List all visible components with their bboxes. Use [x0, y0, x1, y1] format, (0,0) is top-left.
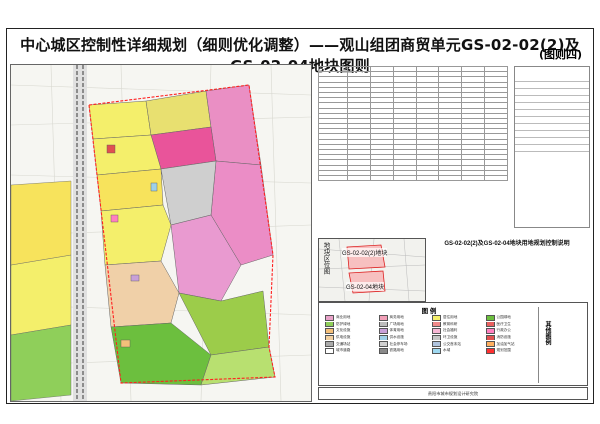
legend-item: 供电设施: [325, 334, 375, 341]
legend-swatch: [485, 321, 495, 328]
legend-label: 教育科研: [443, 321, 458, 326]
legend-item: 规划范围: [485, 347, 536, 354]
location-map-vertical-label: 地块区位图: [322, 242, 329, 275]
legend-label: 医疗卫生: [496, 321, 511, 326]
legend-swatch: [325, 321, 334, 328]
legend-swatch: [378, 341, 388, 347]
legend-item: 水域: [432, 347, 482, 354]
legend-item: 商务用地: [378, 315, 429, 321]
legend-label: 加油加气站: [496, 341, 515, 346]
legend-swatch: [325, 315, 334, 321]
legend-swatch: [485, 334, 495, 341]
map-sheet-number: (图则四): [538, 48, 582, 61]
legend-swatch: [378, 321, 388, 328]
legend-title: 图 例: [421, 308, 437, 315]
legend-item: 城市道路: [325, 347, 375, 354]
legend-item: 公园绿地: [485, 315, 536, 321]
legend-label: 体育用地: [389, 328, 404, 333]
legend-item: 加油加气站: [485, 341, 536, 347]
legend-item: 社会福利: [432, 328, 482, 334]
legend-swatch: [378, 334, 388, 341]
legend-label: 环卫设施: [443, 335, 458, 340]
legend-item: 居住用地: [432, 315, 482, 321]
other-legend-title: 其他图例: [544, 321, 550, 345]
legend-label: 防护绿地: [336, 321, 351, 326]
legend-item: 交通场站: [325, 341, 375, 347]
facility-control-table: [514, 66, 590, 228]
inset-label-gs-02-04: GS-02-04地块: [346, 282, 385, 291]
legend-label: 供水设施: [389, 335, 404, 340]
legend-swatch: [432, 341, 441, 347]
legend-item: 消防设施: [485, 334, 536, 341]
legend-label: 广场用地: [389, 321, 404, 326]
legend-item: 医疗卫生: [485, 321, 536, 328]
legend-label: 供电设施: [336, 335, 351, 340]
legend-swatch: [485, 341, 495, 347]
land-parcel-table: [317, 65, 508, 182]
legend-label: 社会停车场: [389, 341, 408, 346]
legend-label: 公交首末站: [443, 341, 461, 346]
legend-swatch: [485, 347, 495, 354]
title-block-footer: 贵阳市城市规划设计研究院: [318, 387, 588, 400]
legend-item: 文化设施: [325, 328, 375, 334]
legend-item: 防护绿地: [325, 321, 375, 328]
legend-label: 文化设施: [336, 328, 351, 333]
legend-item: 社会停车场: [378, 341, 429, 347]
legend-item: 体育用地: [378, 328, 429, 334]
inset-label-gs-02-02: GS-02-02(2)地块: [342, 248, 388, 257]
legend-swatch: [432, 315, 441, 321]
legend-swatch: [432, 321, 441, 328]
footer-institute: 贵阳市城市规划设计研究院: [427, 390, 479, 396]
legend-swatch: [432, 328, 441, 334]
legend-swatch: [378, 347, 388, 354]
legend-label: 行政办公: [496, 328, 511, 333]
legend-swatch: [325, 334, 334, 341]
legend-swatch: [325, 341, 334, 347]
legend-item: 广场用地: [378, 321, 429, 328]
legend-label: 规划范围: [496, 348, 511, 353]
legend-item: 铁路用地: [378, 347, 429, 354]
legend-swatch: [325, 347, 334, 354]
legend-swatch: [485, 328, 495, 334]
legend-label: 交通场站: [336, 341, 351, 346]
land-use-map-canvas: [11, 65, 311, 401]
other-legend: 其他图例: [538, 307, 583, 383]
legend-grid: 商业用地 商务用地 居住用地 公园绿地防护绿地 广场用地 教育科研 医疗卫生文化设施 体育用地…: [325, 315, 535, 354]
legend-label: 社会福利: [443, 328, 458, 333]
legend-label: 城市道路: [336, 348, 351, 353]
legend-item: 教育科研: [432, 321, 482, 328]
legend-swatch: [378, 315, 388, 321]
control-notes: GS-02-02(2)及GS-02-04地块用地规划控制说明: [426, 240, 588, 300]
legend-label: 铁路用地: [389, 348, 404, 353]
legend-label: 消防设施: [496, 335, 511, 340]
control-notes-title: GS-02-02(2)及GS-02-04地块用地规划控制说明: [444, 241, 570, 247]
legend-swatch: [485, 315, 495, 321]
legend-swatch: [432, 334, 441, 341]
land-use-map[interactable]: [10, 64, 312, 402]
legend-label: 水域: [443, 348, 451, 353]
legend-swatch: [432, 347, 441, 354]
legend-panel: 图 例 商业用地 商务用地 居住用地 公园绿地防护绿地 广场用地 教育科研 医疗卫生文化设施…: [318, 302, 588, 386]
legend-item: 商业用地: [325, 315, 375, 321]
legend-item: 供水设施: [378, 334, 429, 341]
legend-label: 公园绿地: [496, 315, 511, 320]
legend-item: 公交首末站: [432, 341, 482, 347]
legend-swatch: [325, 328, 334, 334]
legend-swatch: [378, 328, 388, 334]
legend-label: 商业用地: [336, 315, 351, 320]
legend-label: 商务用地: [389, 315, 404, 320]
legend-item: 行政办公: [485, 328, 536, 334]
legend-label: 居住用地: [443, 315, 458, 320]
control-indicator-table: [317, 65, 590, 236]
legend-item: 环卫设施: [432, 334, 482, 341]
